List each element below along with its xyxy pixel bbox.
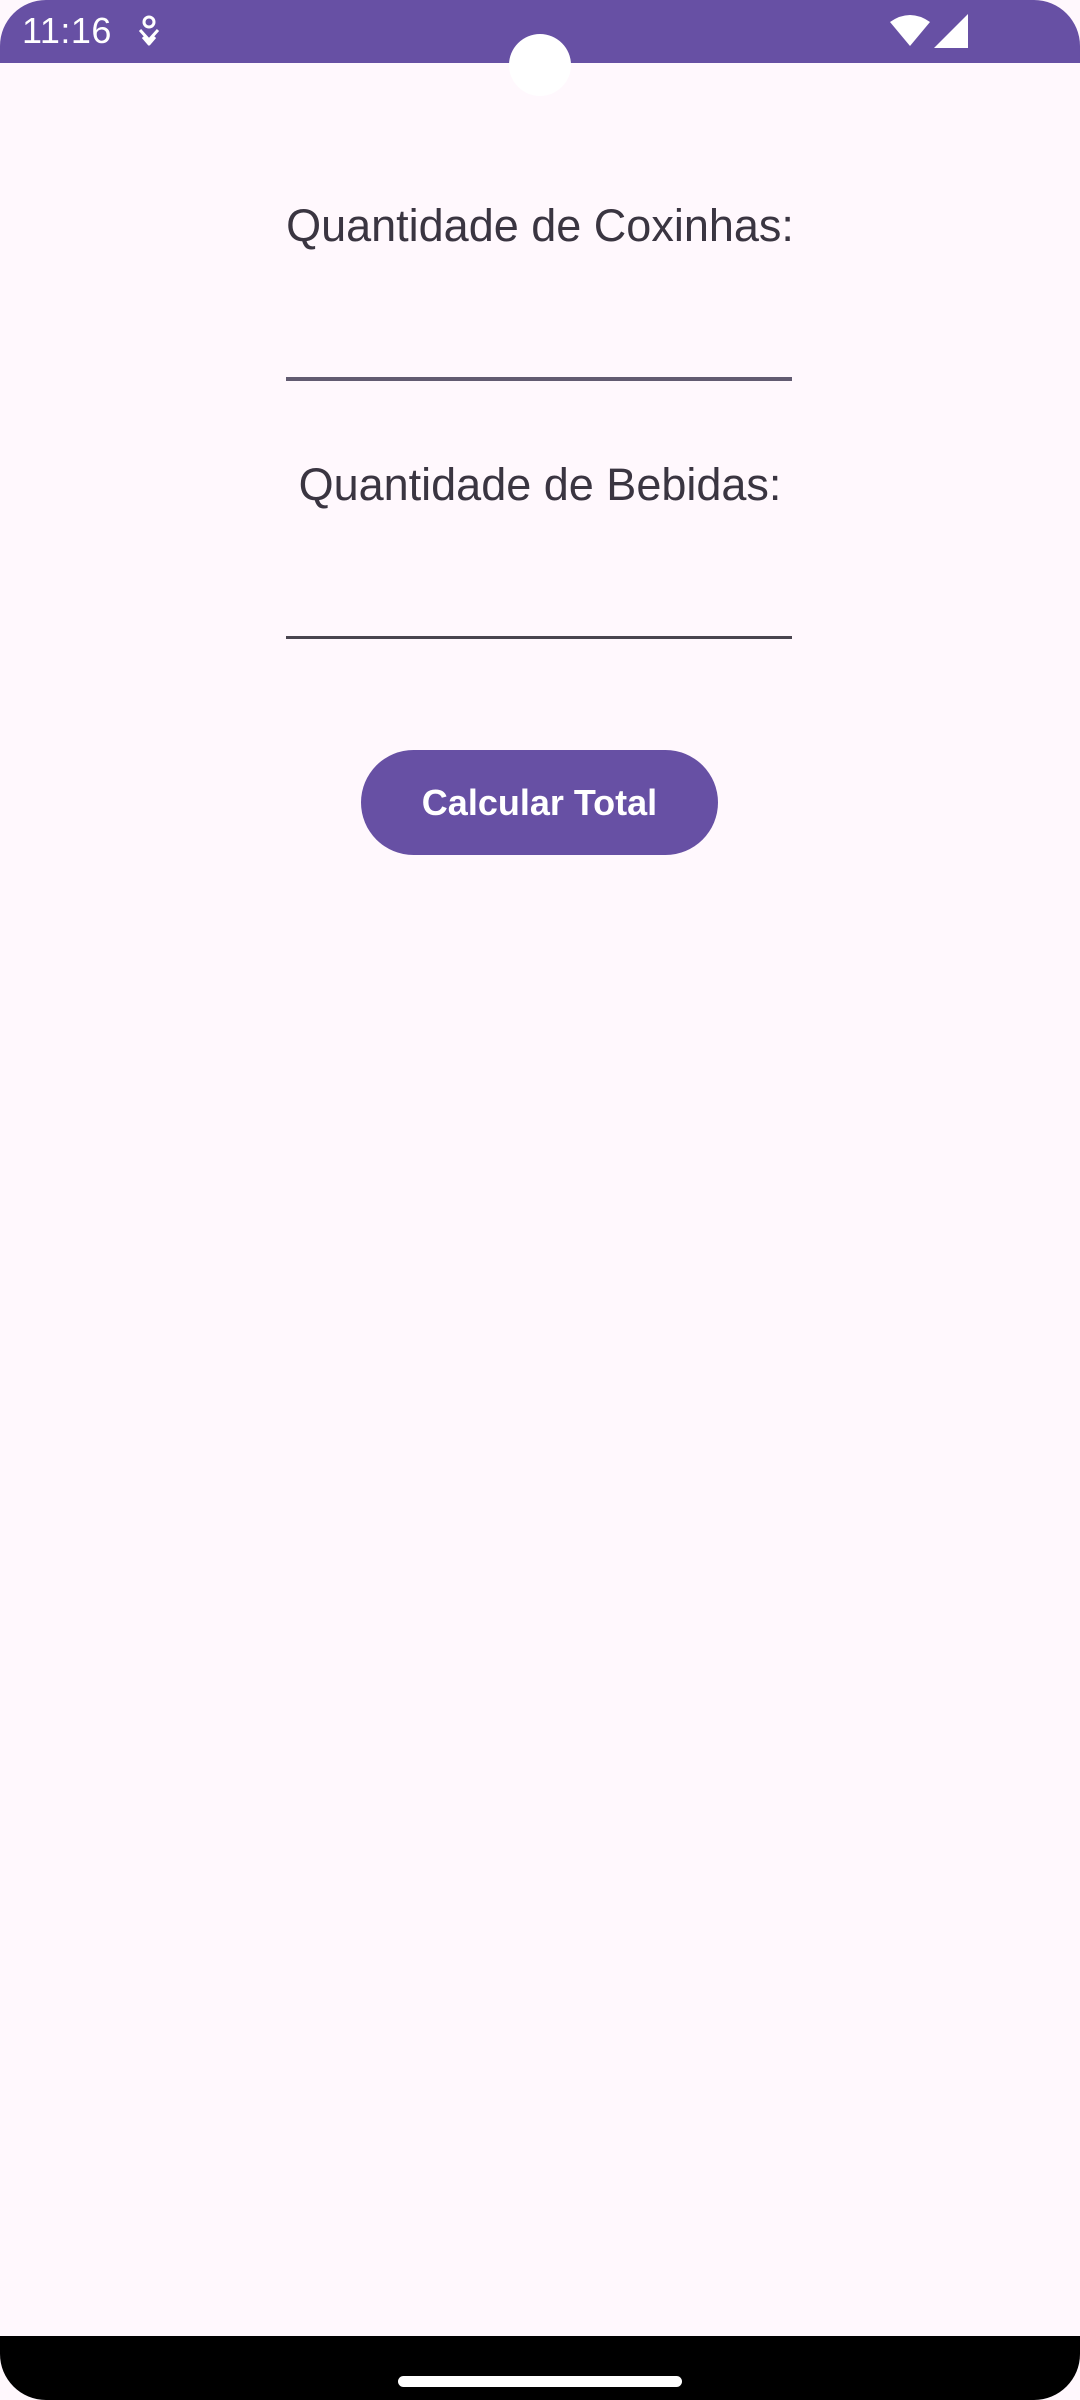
notification-icon [134,14,164,48]
coxinhas-input[interactable] [286,297,792,381]
bebidas-label: Quantidade de Bebidas: [298,459,782,510]
calculate-total-label: Calcular Total [421,781,658,823]
signal-icon [934,14,968,48]
camera-cutout [509,34,571,96]
navigation-bar [0,2336,1080,2400]
bebidas-input[interactable] [286,556,792,639]
calculate-total-button[interactable]: Calcular Total [361,750,718,855]
wifi-icon [888,14,932,48]
status-time: 11:16 [22,10,112,51]
coxinhas-label: Quantidade de Coxinhas: [286,200,794,251]
home-indicator[interactable] [398,2376,682,2387]
